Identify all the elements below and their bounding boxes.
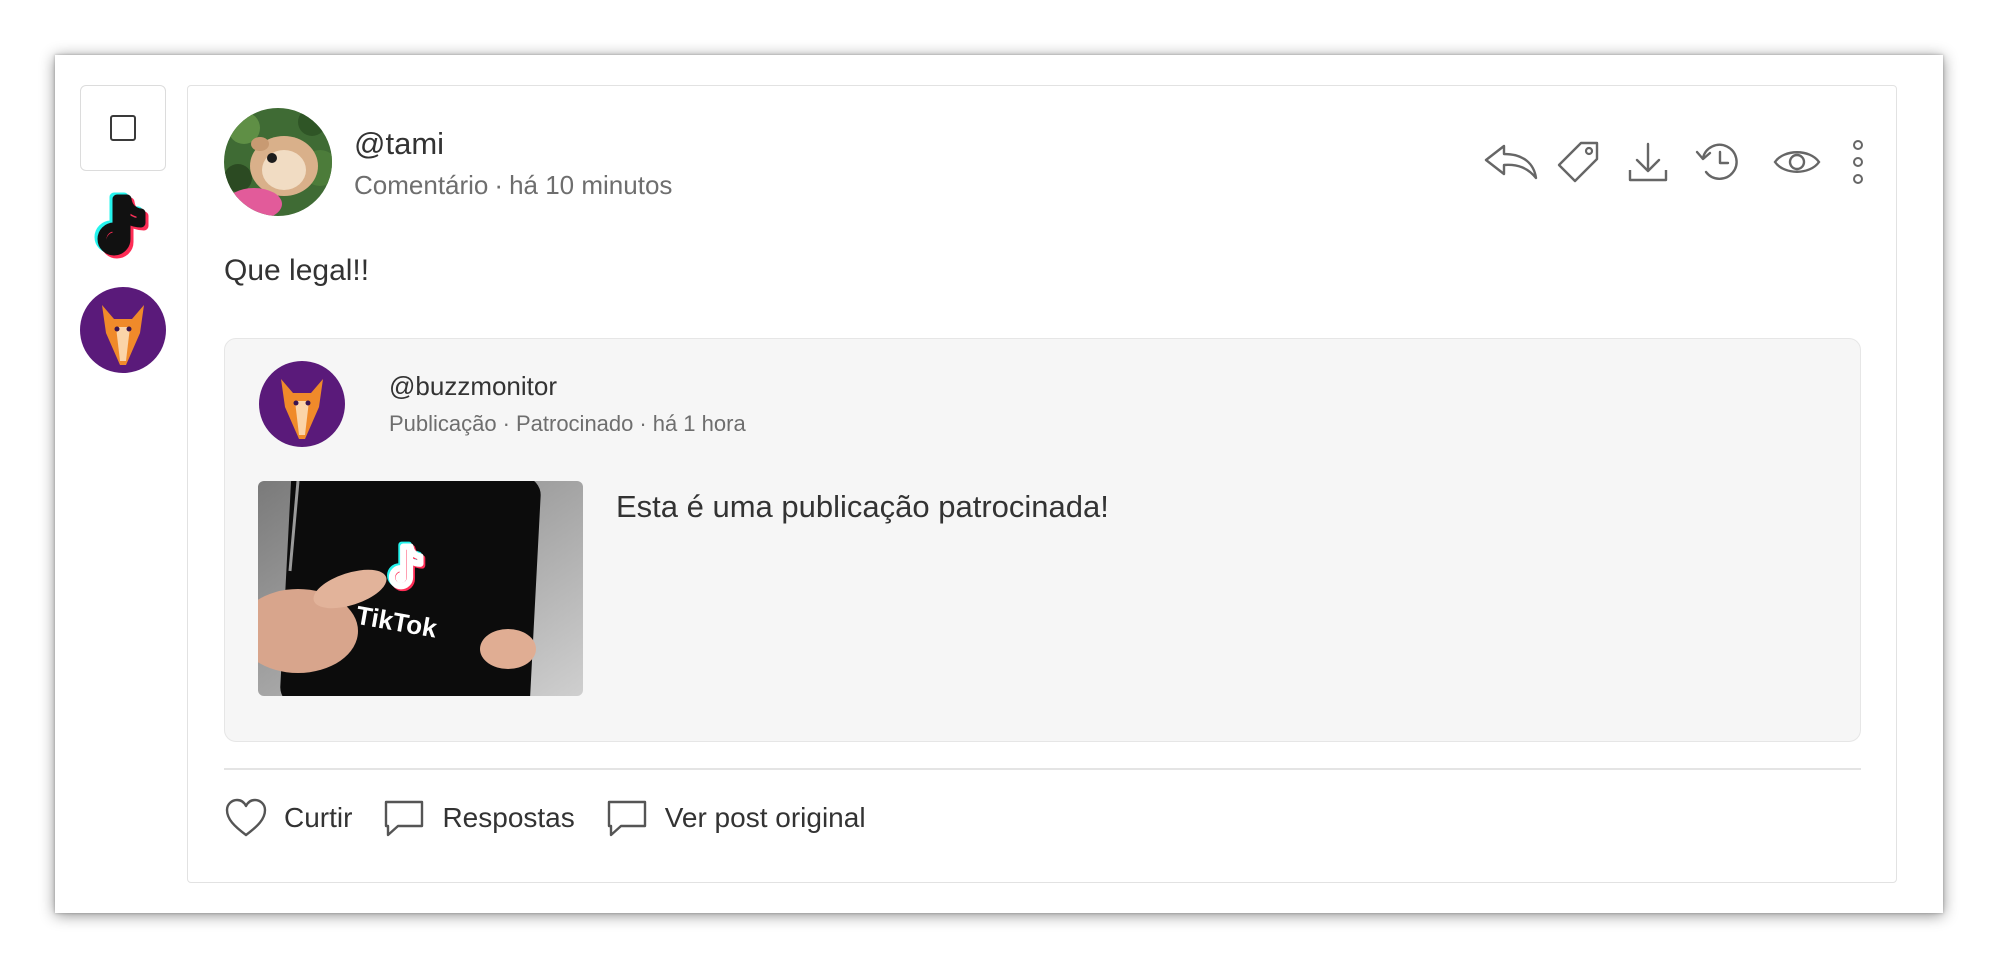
sponsored-label: Patrocinado — [515, 411, 634, 436]
view-original-button[interactable]: Ver post original — [605, 798, 866, 838]
embedded-post-type: Publicação — [389, 411, 497, 436]
left-rail — [80, 85, 166, 373]
more-vertical-icon[interactable] — [1850, 138, 1866, 186]
embedded-post-image[interactable]: TikTok — [258, 481, 583, 696]
post-type: Comentário — [354, 170, 489, 200]
author-meta: Comentário · há 10 minutos — [354, 170, 672, 201]
brand-avatar — [80, 287, 166, 373]
post-time: há 10 minutos — [509, 170, 673, 200]
author-avatar[interactable] — [224, 108, 332, 216]
post-footer: Curtir Respostas Ver post original — [224, 798, 896, 838]
embedded-author-avatar[interactable] — [259, 361, 345, 447]
tag-icon[interactable] — [1554, 138, 1602, 186]
like-button[interactable]: Curtir — [224, 798, 352, 838]
post-actions — [1482, 138, 1866, 186]
history-icon[interactable] — [1694, 138, 1744, 186]
comment-text: Que legal!! — [224, 254, 370, 287]
separator-dot: · — [502, 411, 510, 436]
select-checkbox[interactable] — [80, 85, 166, 171]
reply-icon[interactable] — [1482, 138, 1540, 186]
replies-button[interactable]: Respostas — [382, 798, 575, 838]
view-original-label[interactable]: Ver post original — [665, 802, 866, 834]
like-label[interactable]: Curtir — [284, 802, 352, 834]
author-name[interactable]: @tami — [354, 126, 444, 162]
embedded-author-name[interactable]: @buzzmonitor — [389, 371, 557, 402]
post: @tami Comentário · há 10 minutos Que leg… — [187, 85, 1897, 883]
mention-card: @tami Comentário · há 10 minutos Que leg… — [55, 55, 1943, 913]
checkbox-box[interactable] — [110, 115, 136, 141]
tiktok-icon — [80, 189, 166, 269]
separator-dot: · — [494, 170, 504, 200]
eye-icon[interactable] — [1772, 138, 1822, 186]
speech-bubble-icon — [607, 800, 646, 837]
divider — [224, 768, 1861, 770]
embedded-post-time: há 1 hora — [652, 411, 746, 436]
separator-dot: · — [639, 411, 647, 436]
embedded-post[interactable]: @buzzmonitor Publicação · Patrocinado · há 1… — [224, 338, 1861, 742]
embedded-post-text: Esta é uma publicação patrocinada! — [616, 489, 1109, 524]
embedded-meta: Publicação · Patrocinado · há 1 hora — [389, 411, 746, 437]
speech-bubble-icon — [385, 800, 424, 837]
replies-label[interactable]: Respostas — [442, 802, 574, 834]
download-icon[interactable] — [1626, 138, 1670, 186]
heart-icon — [225, 798, 267, 837]
